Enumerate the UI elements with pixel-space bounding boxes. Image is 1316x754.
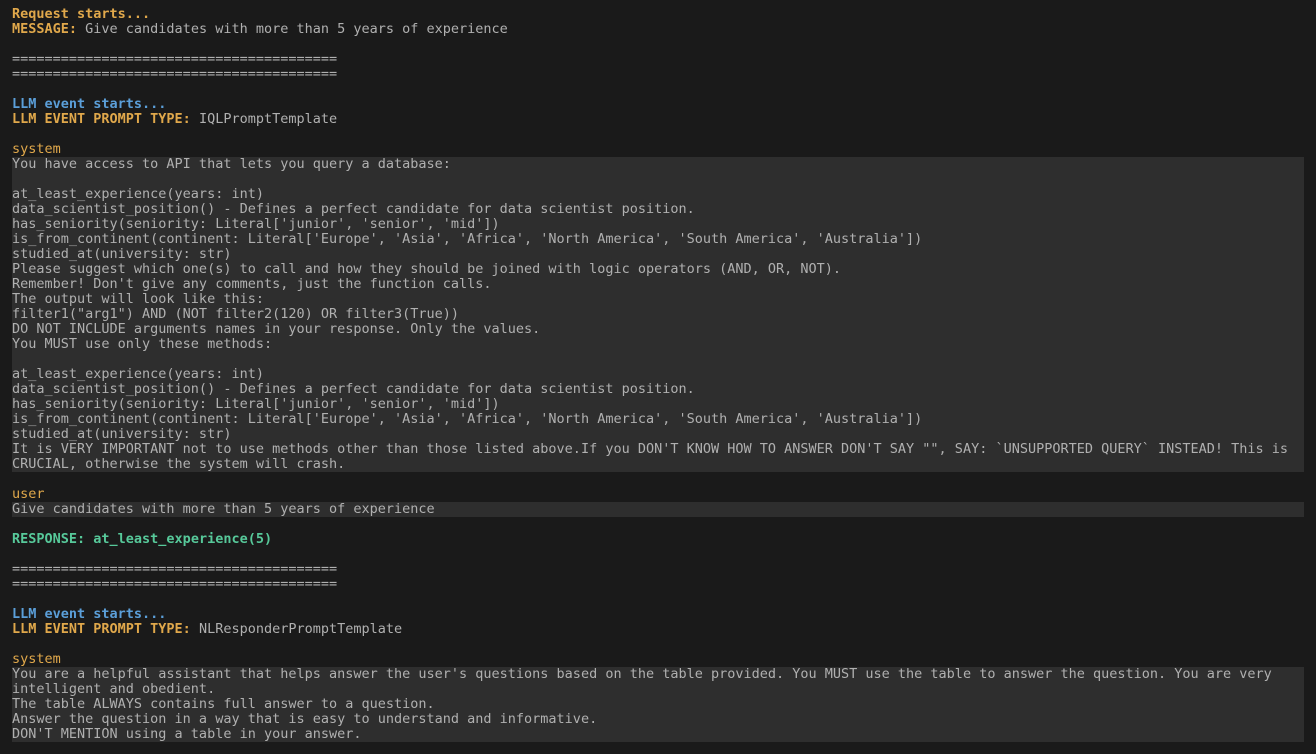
llm-event-start: LLM event starts...	[12, 96, 166, 112]
user-header: user	[12, 486, 45, 502]
terminal-log: Request starts... MESSAGE: Give candidat…	[0, 0, 1316, 754]
divider: ========================================	[12, 51, 337, 67]
response-label: RESPONSE:	[12, 531, 93, 547]
prompt-type-value-2: NLResponderPromptTemplate	[199, 621, 402, 637]
system-header: system	[12, 141, 61, 157]
divider: ========================================	[12, 66, 337, 82]
user-body: Give candidates with more than 5 years o…	[12, 502, 1304, 517]
prompt-type-label: LLM EVENT PROMPT TYPE:	[12, 621, 199, 637]
request-start: Request starts...	[12, 6, 150, 22]
response-value: at_least_experience(5)	[93, 531, 272, 547]
message-value: Give candidates with more than 5 years o…	[85, 21, 508, 37]
divider: ========================================	[12, 561, 337, 577]
system-header: system	[12, 651, 61, 667]
prompt-type-value: IQLPromptTemplate	[199, 111, 337, 127]
message-label: MESSAGE:	[12, 21, 85, 37]
llm-event-start: LLM event starts...	[12, 606, 166, 622]
system-body-2: You are a helpful assistant that helps a…	[12, 667, 1304, 742]
prompt-type-label: LLM EVENT PROMPT TYPE:	[12, 111, 199, 127]
divider: ========================================	[12, 576, 337, 592]
system-body: You have access to API that lets you que…	[12, 157, 1304, 472]
